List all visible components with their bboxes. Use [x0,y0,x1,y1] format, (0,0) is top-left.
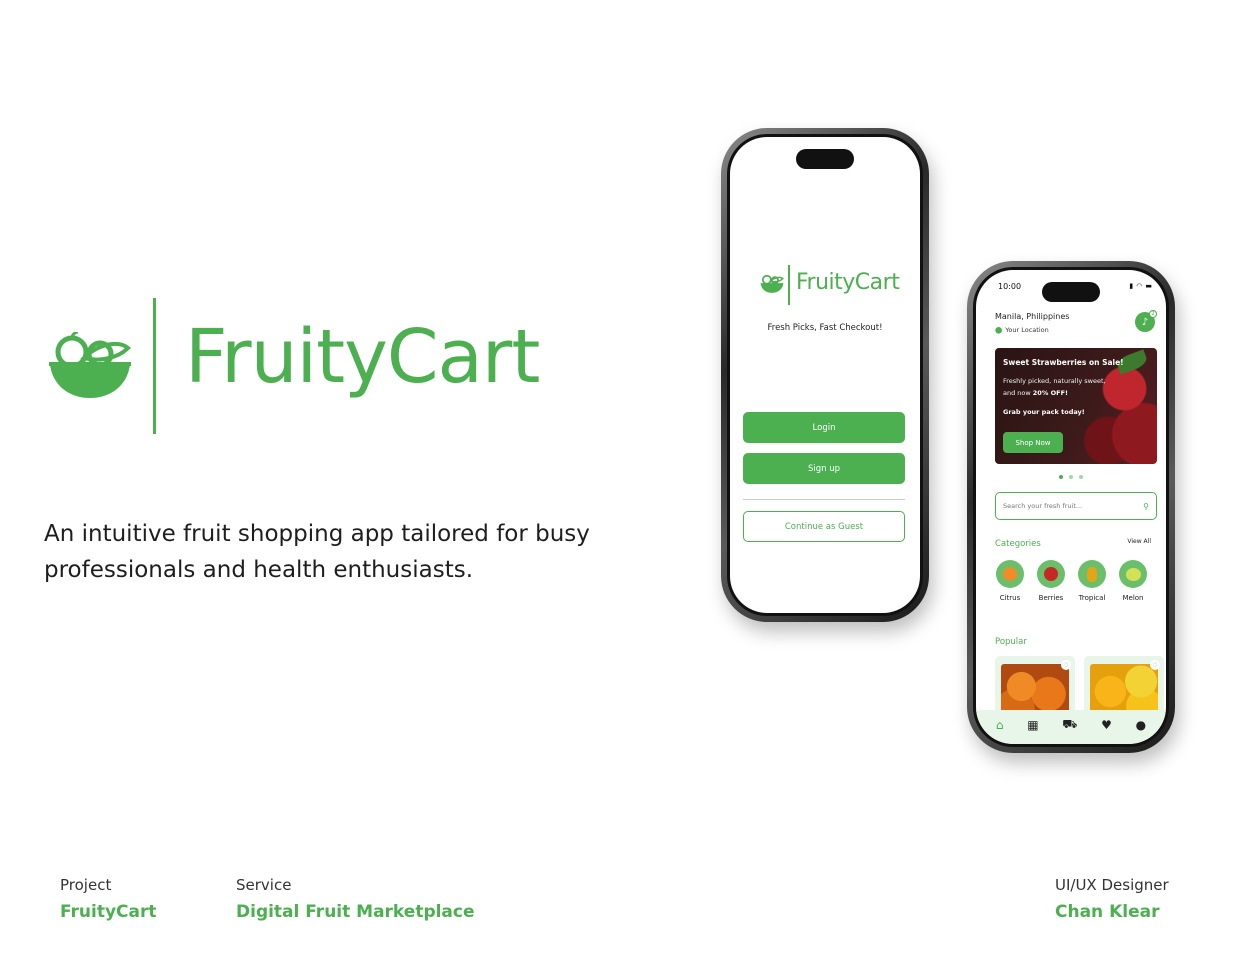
logo-divider [788,265,790,305]
status-time: 10:00 [998,282,1022,291]
search-icon[interactable]: ⚲ [1143,502,1149,511]
banner-desc-prefix: and now [1003,389,1033,397]
carousel-dot-active[interactable] [1059,475,1063,479]
grid-icon[interactable]: ▦ [1027,718,1038,732]
location-city[interactable]: Manila, Philippines [995,312,1069,321]
designer-info: UI/UX Designer Chan Klear [1055,876,1169,922]
continue-as-guest-button[interactable]: Continue as Guest [743,511,905,542]
heart-icon[interactable]: ♥ [1101,718,1112,732]
location-row[interactable]: ⬤ Your Location [995,326,1049,334]
welcome-screen: FruityCart Fresh Picks, Fast Checkout! L… [730,137,920,613]
melon-icon [1119,560,1147,588]
project-info: Project FruityCart [60,876,157,922]
fruit-bowl-icon [49,332,131,398]
product-card[interactable]: ♡ [1084,656,1164,716]
favorite-icon[interactable]: ♡ [1150,660,1160,670]
project-label: Project [60,876,112,894]
status-icons: ▮ ◠ ▬ [1129,282,1152,290]
category-tropical[interactable]: Tropical [1077,560,1107,602]
phone-mockup-home: 10:00 ▮ ◠ ▬ Manila, Philippines ⬤ Your L… [967,261,1175,753]
home-screen: 10:00 ▮ ◠ ▬ Manila, Philippines ⬤ Your L… [976,270,1166,744]
carousel-indicator [976,475,1166,479]
dynamic-island [1042,282,1100,302]
service-label: Service [236,876,292,894]
category-label: Tropical [1078,594,1106,602]
tagline-line-2: professionals and health enthusiasts. [44,557,474,583]
designer-label: UI/UX Designer [1055,876,1169,894]
product-card[interactable]: ♡ [995,656,1075,716]
banner-cta-text: Grab your pack today! [1003,408,1085,416]
wifi-icon: ◠ [1136,282,1143,290]
search-input[interactable]: Search your fresh fruit... ⚲ [995,492,1157,520]
welcome-app-name: FruityCart [796,270,900,295]
battery-icon: ▬ [1145,282,1152,290]
bell-icon: ♪ [1141,316,1149,328]
signal-icon: ▮ [1129,282,1134,290]
notification-button[interactable]: ♪ 2 [1135,310,1157,332]
logo-divider [153,298,156,434]
project-value: FruityCart [60,902,157,922]
home-icon[interactable]: ⌂ [996,718,1004,732]
categories-title: Categories [995,539,1041,549]
bottom-nav: ⌂ ▦ ⛟ ♥ ● [976,710,1166,744]
service-value: Digital Fruit Marketplace [236,902,475,922]
category-label: Berries [1038,594,1064,602]
category-list: Citrus Berries Tropical Melon [995,560,1148,602]
service-info: Service Digital Fruit Marketplace [236,876,475,922]
dynamic-island [796,149,854,169]
category-label: Melon [1122,594,1144,602]
banner-desc-line-2: and now 20% OFF! [1003,389,1068,397]
brand-name: FruityCart [185,314,540,400]
shop-now-button[interactable]: Shop Now [1003,432,1063,453]
category-label: Citrus [999,594,1021,602]
orange-icon [996,560,1024,588]
pineapple-icon [1078,560,1106,588]
login-button[interactable]: Login [743,412,905,443]
popular-title: Popular [995,637,1027,647]
category-berries[interactable]: Berries [1036,560,1066,602]
divider [743,499,905,500]
fruit-bowl-icon [760,274,784,293]
category-melon[interactable]: Melon [1118,560,1148,602]
banner-title: Sweet Strawberries on Sale! [1003,358,1124,367]
welcome-logo: FruityCart [760,265,900,305]
banner-desc-line-1: Freshly picked, naturally sweet, [1003,377,1106,385]
location-label: Your Location [1005,326,1049,334]
tagline-line-1: An intuitive fruit shopping app tailored… [44,521,590,547]
category-citrus[interactable]: Citrus [995,560,1025,602]
welcome-tagline: Fresh Picks, Fast Checkout! [767,323,883,333]
map-pin-icon: ⬤ [995,326,1003,334]
designer-value: Chan Klear [1055,902,1160,922]
promo-banner[interactable]: Sweet Strawberries on Sale! Freshly pick… [995,348,1157,464]
phone-mockup-welcome: FruityCart Fresh Picks, Fast Checkout! L… [721,128,929,622]
banner-discount: 20% OFF! [1032,389,1068,397]
favorite-icon[interactable]: ♡ [1061,660,1071,670]
hero-logo: FruityCart [48,298,548,436]
profile-icon[interactable]: ● [1136,718,1146,732]
cherries-icon [1037,560,1065,588]
product-image-lemon [1090,664,1158,714]
view-all-link[interactable]: View All [1127,538,1151,545]
search-placeholder: Search your fresh fruit... [1003,502,1083,510]
tagline: An intuitive fruit shopping app tailored… [44,516,644,588]
notification-badge: 2 [1149,310,1157,318]
signup-button[interactable]: Sign up [743,453,905,484]
cart-icon[interactable]: ⛟ [1062,717,1077,733]
product-image-tangerine [1001,664,1069,714]
carousel-dot[interactable] [1079,475,1083,479]
carousel-dot[interactable] [1069,475,1073,479]
